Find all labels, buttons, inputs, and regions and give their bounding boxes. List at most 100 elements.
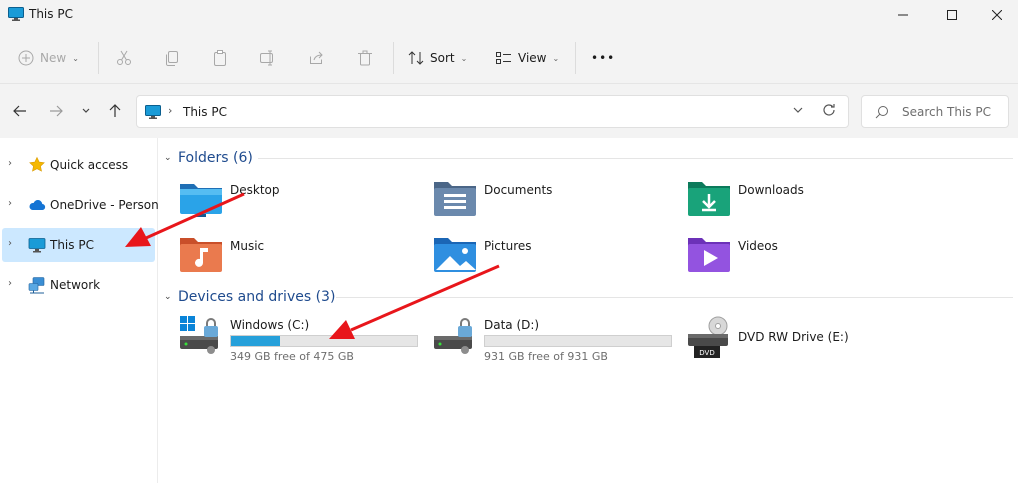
- folder-name: Videos: [738, 239, 778, 253]
- title-bar: This PC: [0, 0, 1018, 30]
- drive-tile-c[interactable]: Windows (C:) 349 GB free of 475 GB: [178, 316, 428, 368]
- more-options-button[interactable]: •••: [591, 44, 615, 72]
- folder-name: Desktop: [230, 183, 280, 197]
- rename-button[interactable]: [260, 44, 276, 72]
- group-divider: [258, 158, 1013, 159]
- drive-usage-bar: [230, 335, 418, 347]
- new-button[interactable]: New ⌄: [18, 44, 79, 72]
- toolbar-divider: [575, 42, 576, 74]
- videos-folder-icon: [688, 238, 730, 272]
- recent-locations-button[interactable]: [75, 100, 97, 122]
- sort-label: Sort: [430, 51, 455, 65]
- toolbar-divider: [98, 42, 99, 74]
- chevron-right-icon: ›: [168, 104, 173, 117]
- network-icon: [28, 277, 45, 294]
- folder-tile-desktop[interactable]: Desktop: [178, 178, 418, 228]
- folder-tile-pictures[interactable]: Pictures: [432, 234, 672, 284]
- content-pane: ⌄ Folders (6) Desktop Documents Download…: [158, 138, 1018, 483]
- chevron-right-icon[interactable]: ›: [8, 278, 12, 289]
- cut-button[interactable]: [116, 44, 132, 72]
- chevron-down-icon: [82, 108, 90, 113]
- scissors-icon: [117, 50, 131, 65]
- arrow-right-icon: [50, 105, 63, 117]
- sidebar-item-label: Quick access: [50, 158, 129, 172]
- copy-button[interactable]: [164, 44, 180, 72]
- sidebar-item-network[interactable]: › Network: [2, 268, 155, 302]
- view-label: View: [518, 51, 547, 65]
- arrow-left-icon: [13, 105, 26, 117]
- drive-name: Windows (C:): [230, 318, 310, 332]
- share-button[interactable]: [308, 44, 324, 72]
- dvd-drive-icon: DVD: [688, 316, 728, 358]
- drive-free-space: 349 GB free of 475 GB: [230, 350, 354, 363]
- up-button[interactable]: [104, 100, 126, 122]
- chevron-down-icon: ⌄: [72, 53, 79, 63]
- drive-name: Data (D:): [484, 318, 540, 332]
- sidebar-item-label: This PC: [50, 238, 94, 252]
- sort-icon: [408, 51, 424, 65]
- address-bar[interactable]: › This PC: [136, 95, 849, 128]
- chevron-down-icon: ⌄: [164, 292, 172, 302]
- drive-tile-e[interactable]: DVD DVD RW Drive (E:): [686, 316, 936, 368]
- copy-icon: [166, 51, 178, 66]
- paste-button[interactable]: [212, 44, 228, 72]
- data-drive-icon: [434, 318, 472, 354]
- folder-name: Pictures: [484, 239, 532, 253]
- dvd-badge: DVD: [699, 349, 714, 357]
- drive-tile-d[interactable]: Data (D:) 931 GB free of 931 GB: [432, 316, 682, 368]
- drives-group-header[interactable]: ⌄ Devices and drives (3): [164, 286, 335, 308]
- command-bar: New ⌄ Sort ⌄ View ⌄ •••: [0, 30, 1018, 84]
- maximize-icon: [947, 10, 957, 20]
- drives-group-title: Devices and drives (3): [178, 289, 336, 305]
- folders-group-header[interactable]: ⌄ Folders (6): [164, 147, 253, 169]
- monitor-icon: [8, 7, 24, 21]
- cloud-icon: [29, 200, 46, 211]
- drive-free-space: 931 GB free of 931 GB: [484, 350, 608, 363]
- chevron-right-icon[interactable]: ›: [8, 158, 12, 169]
- pictures-folder-icon: [434, 238, 476, 272]
- navigation-bar: › This PC Search This PC: [0, 84, 1018, 138]
- search-box[interactable]: Search This PC: [861, 95, 1009, 128]
- folder-tile-videos[interactable]: Videos: [686, 234, 926, 284]
- search-icon: [875, 106, 888, 119]
- rename-icon: [260, 50, 273, 66]
- group-divider: [336, 297, 1013, 298]
- toolbar-divider: [393, 42, 394, 74]
- close-icon: [992, 10, 1002, 20]
- sidebar-item-this-pc[interactable]: › This PC: [2, 228, 155, 262]
- trash-icon: [358, 50, 372, 66]
- sidebar-item-onedrive[interactable]: › OneDrive - Personal: [2, 188, 169, 222]
- star-icon: [29, 156, 45, 172]
- minimize-icon: [898, 14, 908, 16]
- close-button[interactable]: [974, 0, 1018, 30]
- windows-drive-icon: [180, 316, 218, 354]
- chevron-down-icon: [793, 107, 803, 113]
- arrow-up-icon: [109, 104, 121, 117]
- plus-circle-icon: [18, 50, 34, 66]
- refresh-button[interactable]: [822, 103, 836, 120]
- breadcrumb[interactable]: This PC: [183, 105, 227, 119]
- sidebar-item-quick-access[interactable]: › Quick access: [2, 148, 155, 182]
- window-title: This PC: [29, 7, 73, 21]
- share-icon: [310, 51, 323, 64]
- forward-button[interactable]: [45, 100, 67, 122]
- view-button[interactable]: View ⌄: [496, 44, 559, 72]
- folder-tile-music[interactable]: Music: [178, 234, 418, 284]
- monitor-icon: [145, 105, 161, 119]
- folder-tile-documents[interactable]: Documents: [432, 178, 672, 228]
- delete-button[interactable]: [357, 44, 373, 72]
- sort-button[interactable]: Sort ⌄: [408, 44, 467, 72]
- desktop-folder-icon: [180, 184, 222, 217]
- chevron-down-icon: ⌄: [460, 53, 468, 63]
- back-button[interactable]: [9, 100, 31, 122]
- chevron-right-icon[interactable]: ›: [8, 238, 12, 249]
- more-icon: •••: [591, 51, 616, 65]
- folders-group-title: Folders (6): [178, 150, 253, 166]
- drive-name: DVD RW Drive (E:): [738, 330, 849, 344]
- minimize-button[interactable]: [880, 0, 926, 30]
- address-dropdown-button[interactable]: [792, 104, 804, 119]
- chevron-right-icon[interactable]: ›: [8, 198, 12, 209]
- maximize-button[interactable]: [929, 0, 975, 30]
- downloads-folder-icon: [688, 182, 730, 216]
- folder-tile-downloads[interactable]: Downloads: [686, 178, 926, 228]
